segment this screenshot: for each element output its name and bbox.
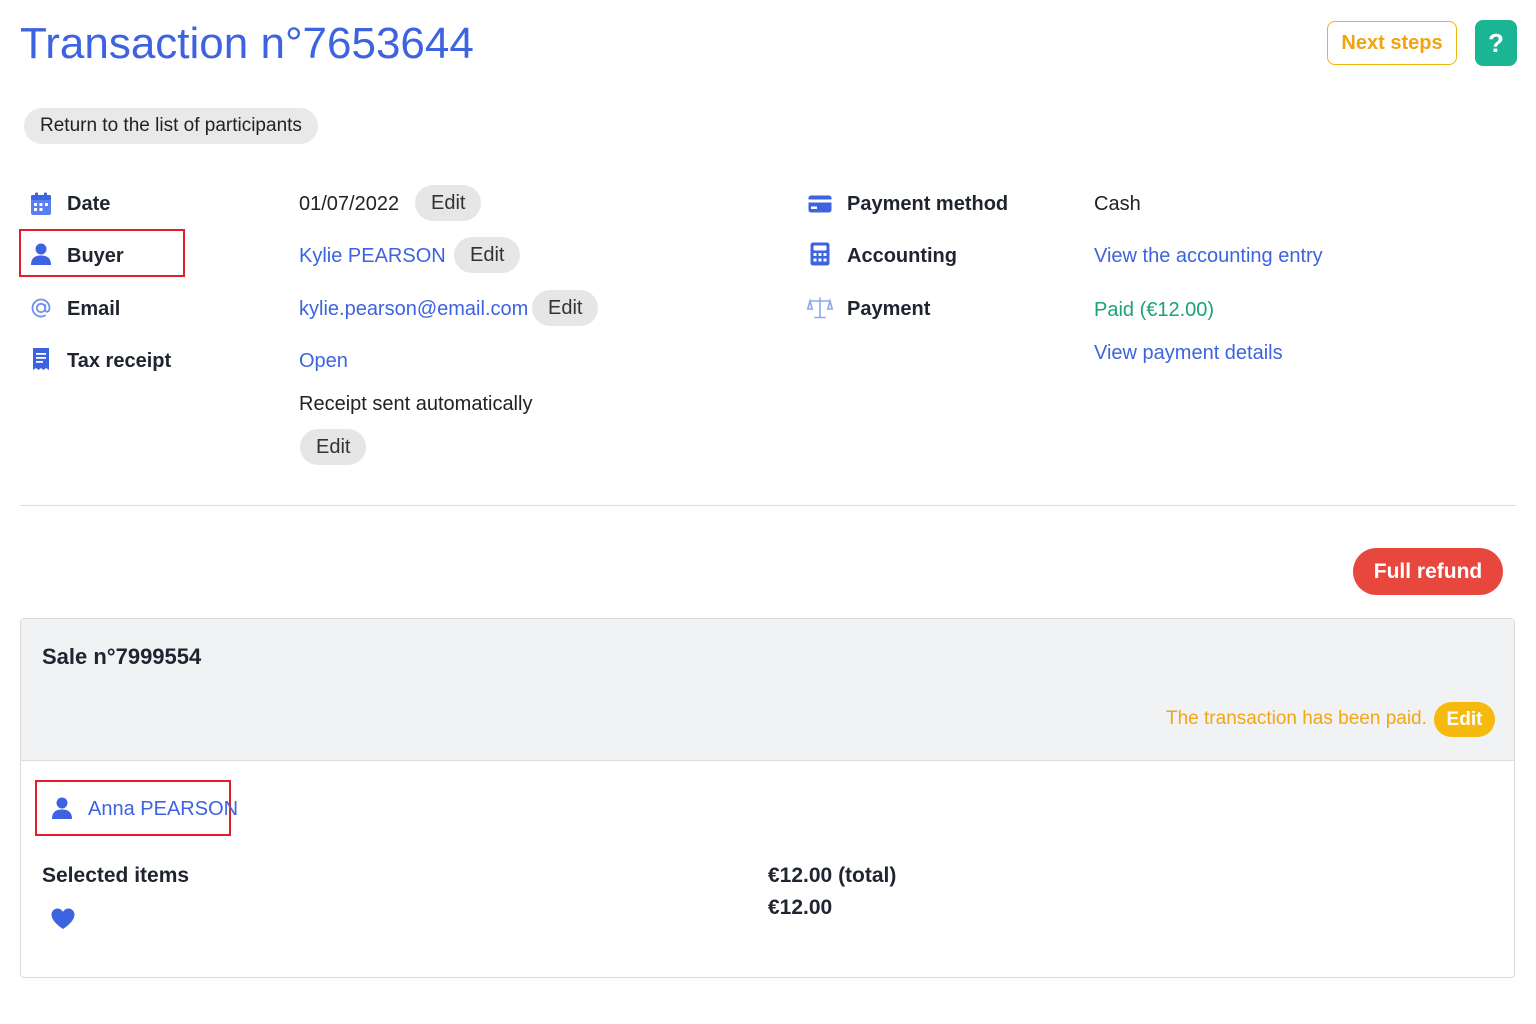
date-edit-button[interactable]: Edit bbox=[415, 185, 482, 221]
scale-icon bbox=[807, 295, 833, 321]
tax-receipt-note: Receipt sent automatically bbox=[299, 393, 533, 415]
full-refund-button[interactable]: Full refund bbox=[1353, 548, 1503, 595]
accounting-label: Accounting bbox=[847, 245, 957, 267]
buyer-edit-button[interactable]: Edit bbox=[454, 237, 521, 273]
payment-details-link[interactable]: View payment details bbox=[1094, 341, 1283, 365]
sale-status-edit-button[interactable]: Edit bbox=[1434, 702, 1495, 737]
page-title: Transaction n°7653644 bbox=[20, 19, 474, 68]
receipt-icon bbox=[28, 346, 54, 372]
payment-status: Paid (€12.00) bbox=[1094, 299, 1215, 321]
date-label: Date bbox=[67, 193, 111, 215]
sale-card-header bbox=[21, 619, 1514, 761]
accounting-entry-link[interactable]: View the accounting entry bbox=[1094, 244, 1323, 268]
calendar-icon bbox=[28, 191, 54, 217]
buyer-name-link[interactable]: Kylie PEARSON bbox=[299, 244, 446, 268]
selected-items-label: Selected items bbox=[42, 864, 190, 887]
sale-status-text: The transaction has been paid. bbox=[1166, 708, 1427, 729]
payment-label: Payment bbox=[847, 298, 931, 320]
item-price: €12.00 bbox=[768, 896, 833, 919]
sale-title: Sale n°7999554 bbox=[42, 644, 202, 669]
credit-card-icon bbox=[807, 191, 833, 217]
next-steps-button[interactable]: Next steps bbox=[1327, 21, 1457, 65]
help-button[interactable]: ? bbox=[1475, 20, 1517, 66]
section-divider bbox=[20, 505, 1516, 506]
heart-icon bbox=[49, 905, 77, 933]
payment-method-value: Cash bbox=[1094, 193, 1141, 215]
sale-total: €12.00 (total) bbox=[768, 864, 897, 887]
user-icon bbox=[28, 241, 54, 267]
buyer-label: Buyer bbox=[67, 245, 124, 267]
tax-receipt-edit-button[interactable]: Edit bbox=[300, 429, 367, 465]
tax-receipt-open-link[interactable]: Open bbox=[299, 349, 348, 373]
return-to-participants-button[interactable]: Return to the list of participants bbox=[24, 108, 318, 144]
email-link[interactable]: kylie.pearson@email.com bbox=[299, 297, 528, 321]
at-icon bbox=[28, 295, 54, 321]
tax-receipt-label: Tax receipt bbox=[67, 350, 172, 372]
email-edit-button[interactable]: Edit bbox=[532, 290, 599, 326]
email-label: Email bbox=[67, 298, 121, 320]
payment-method-label: Payment method bbox=[847, 193, 1009, 215]
calculator-icon bbox=[807, 241, 833, 267]
date-value: 01/07/2022 bbox=[299, 193, 400, 215]
participant-name-link[interactable]: Anna PEARSON bbox=[88, 797, 238, 821]
user-icon bbox=[49, 795, 75, 821]
